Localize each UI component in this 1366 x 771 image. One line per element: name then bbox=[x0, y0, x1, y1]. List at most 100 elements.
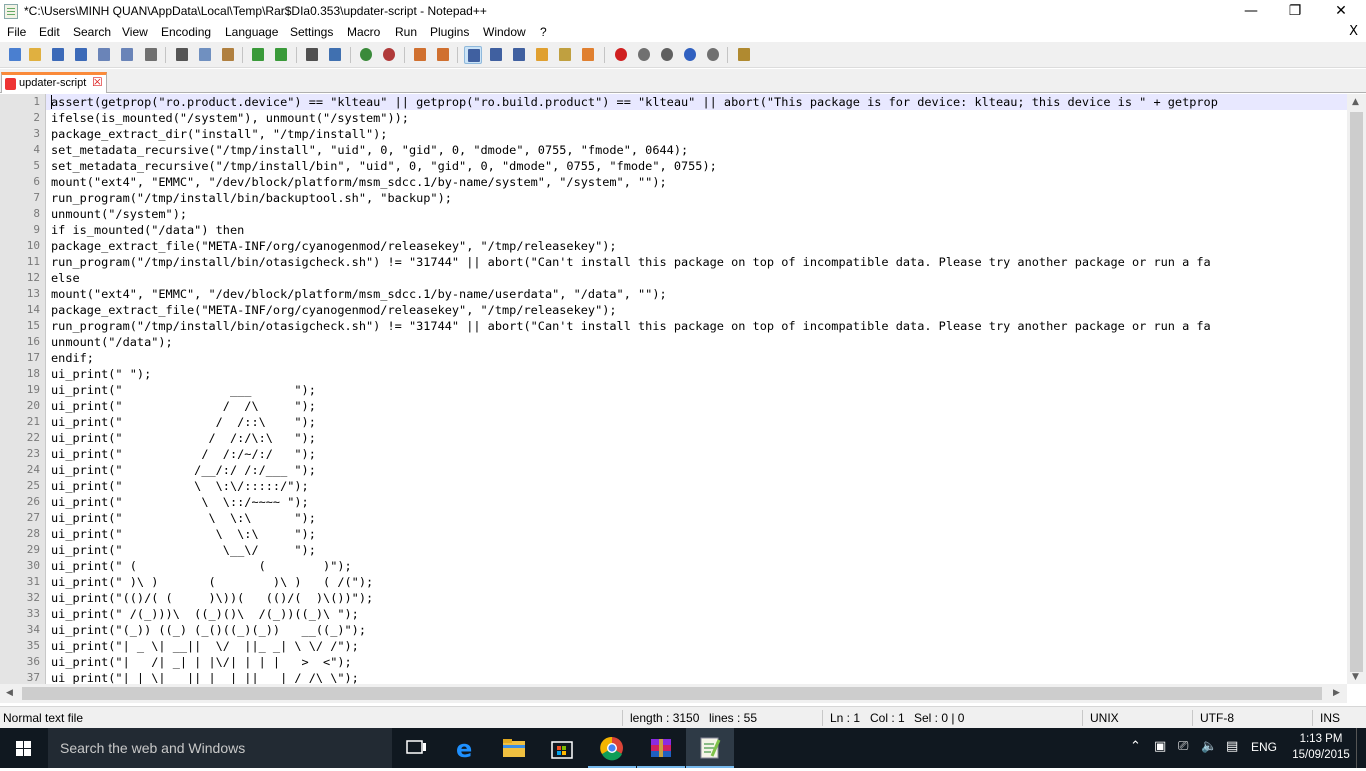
code-line[interactable]: run_program("/tmp/install/bin/otasigchec… bbox=[51, 318, 1211, 334]
code-line[interactable]: ui_print(" / /\ "); bbox=[51, 398, 316, 414]
code-line[interactable]: endif; bbox=[51, 350, 94, 366]
scroll-up-icon[interactable]: ▲ bbox=[1352, 97, 1359, 107]
show-hidden-icons-icon[interactable]: ⌃ bbox=[1130, 739, 1141, 754]
code-line[interactable]: ui_print(" \ \:\ "); bbox=[51, 510, 316, 526]
code-line[interactable]: set_metadata_recursive("/tmp/install", "… bbox=[51, 142, 688, 158]
close-document-button[interactable]: X bbox=[1349, 24, 1358, 39]
code-line[interactable]: ui_print(" \__\/ "); bbox=[51, 542, 316, 558]
open-file-button[interactable] bbox=[26, 46, 44, 64]
code-line[interactable]: ui_print(" /(_)))\ ((_)()\ /(_))((_)\ ")… bbox=[51, 606, 359, 622]
sync-horizontal-button[interactable] bbox=[434, 46, 452, 64]
word-wrap-button[interactable] bbox=[464, 46, 482, 64]
code-line[interactable]: ui_print(" )\ ) ( )\ ) ( /("); bbox=[51, 574, 373, 590]
code-line[interactable]: ui_print(" "); bbox=[51, 366, 151, 382]
start-button[interactable] bbox=[0, 728, 48, 768]
zoom-out-button[interactable] bbox=[380, 46, 398, 64]
code-line[interactable]: ui_print(" ___ "); bbox=[51, 382, 316, 398]
code-line[interactable]: assert(getprop("ro.product.device") == "… bbox=[51, 94, 1218, 110]
code-line[interactable]: set_metadata_recursive("/tmp/install/bin… bbox=[51, 158, 717, 174]
code-line[interactable]: ui_print(" / /:/~/:/ "); bbox=[51, 446, 316, 462]
taskbar-clock[interactable]: 1:13 PM 15/09/2015 bbox=[1290, 731, 1352, 763]
code-line[interactable]: ui_print("(_)) ((_) (_()((_)(_)) __((_)"… bbox=[51, 622, 366, 638]
document-map-button[interactable] bbox=[533, 46, 551, 64]
network-device-icon[interactable]: ▣ bbox=[1154, 739, 1166, 754]
menu-settings[interactable]: Settings bbox=[290, 25, 333, 39]
menu-plugins[interactable]: Plugins bbox=[430, 25, 469, 39]
code-line[interactable]: mount("ext4", "EMMC", "/dev/block/platfo… bbox=[51, 174, 667, 190]
restore-button[interactable]: ❐ bbox=[1272, 0, 1318, 23]
code-line[interactable]: ui_print(" ( ( )"); bbox=[51, 558, 352, 574]
menu-macro[interactable]: Macro bbox=[347, 25, 380, 39]
editor-area[interactable]: 1 2 3 4 5 6 7 8 9 10 11 12 13 14 15 16 17 18 19 20 21 22 23 24 2… bbox=[0, 94, 1366, 684]
code-line[interactable]: ui_print(" / /::\ "); bbox=[51, 414, 316, 430]
chrome-button[interactable] bbox=[588, 728, 636, 768]
title-bar[interactable]: *C:\Users\MINH QUAN\AppData\Local\Temp\R… bbox=[0, 0, 1366, 23]
code-line[interactable]: package_extract_file("META-INF/org/cyano… bbox=[51, 302, 617, 318]
save-macro-button[interactable] bbox=[704, 46, 722, 64]
menu-language[interactable]: Language bbox=[225, 25, 278, 39]
save-button[interactable] bbox=[49, 46, 67, 64]
close-all-button[interactable] bbox=[118, 46, 136, 64]
action-center-icon[interactable]: ▤ bbox=[1226, 739, 1238, 754]
menu-help[interactable]: ? bbox=[540, 25, 547, 39]
taskbar-search-box[interactable]: Search the web and Windows bbox=[48, 728, 392, 768]
close-file-button[interactable] bbox=[95, 46, 113, 64]
code-line[interactable]: ui_print(" \ \::/~~~~ "); bbox=[51, 494, 309, 510]
menu-encoding[interactable]: Encoding bbox=[161, 25, 211, 39]
code-line[interactable]: run_program("/tmp/install/bin/backuptool… bbox=[51, 190, 452, 206]
code-line[interactable]: package_extract_file("META-INF/org/cyano… bbox=[51, 238, 617, 254]
scroll-right-icon[interactable]: ▶ bbox=[1333, 688, 1340, 698]
scroll-down-icon[interactable]: ▼ bbox=[1352, 672, 1359, 682]
menu-window[interactable]: Window bbox=[483, 25, 526, 39]
zoom-in-button[interactable] bbox=[357, 46, 375, 64]
input-language[interactable]: ENG bbox=[1251, 740, 1277, 754]
save-all-button[interactable] bbox=[72, 46, 90, 64]
replace-button[interactable] bbox=[326, 46, 344, 64]
code-line[interactable]: ui_print("| /| _| | |\/| | | | > <"); bbox=[51, 654, 352, 670]
vertical-scroll-thumb[interactable] bbox=[1350, 112, 1363, 672]
edge-button[interactable]: e bbox=[442, 728, 490, 768]
play-macro-button[interactable] bbox=[658, 46, 676, 64]
vertical-scrollbar[interactable]: ▲ ▼ bbox=[1347, 94, 1366, 684]
code-line[interactable]: ui_print("| _ \| __|| \/ ||_ _| \ \/ /")… bbox=[51, 638, 359, 654]
print-button[interactable] bbox=[142, 46, 160, 64]
notepadpp-taskbar-button[interactable] bbox=[686, 728, 734, 768]
indent-guide-button[interactable] bbox=[510, 46, 528, 64]
scroll-left-icon[interactable]: ◀ bbox=[6, 688, 13, 698]
stop-macro-button[interactable] bbox=[635, 46, 653, 64]
menu-view[interactable]: View bbox=[122, 25, 148, 39]
network-icon[interactable]: ⎚ bbox=[1178, 739, 1188, 754]
undo-button[interactable] bbox=[249, 46, 267, 64]
show-desktop-button[interactable] bbox=[1356, 728, 1366, 768]
code-line[interactable]: ui_print(" /__/:/ /:/___ "); bbox=[51, 462, 316, 478]
code-line[interactable]: unmount("/data"); bbox=[51, 334, 173, 350]
tab-close-button[interactable]: ☒ bbox=[92, 75, 103, 89]
code-line[interactable]: ui_print(" \ \:\ "); bbox=[51, 526, 316, 542]
code-line[interactable]: else bbox=[51, 270, 80, 286]
minimize-button[interactable]: — bbox=[1228, 0, 1274, 23]
menu-run[interactable]: Run bbox=[395, 25, 417, 39]
horizontal-scrollbar[interactable]: ◀ ▶ bbox=[0, 684, 1347, 703]
task-view-button[interactable] bbox=[392, 728, 440, 768]
file-explorer-button[interactable] bbox=[490, 728, 538, 768]
redo-button[interactable] bbox=[272, 46, 290, 64]
function-list-button[interactable] bbox=[556, 46, 574, 64]
store-button[interactable] bbox=[538, 728, 586, 768]
code-line[interactable]: ui_print(" / /:/\:\ "); bbox=[51, 430, 316, 446]
menu-edit[interactable]: Edit bbox=[39, 25, 60, 39]
menu-search[interactable]: Search bbox=[73, 25, 111, 39]
close-window-button[interactable]: ✕ bbox=[1318, 0, 1364, 23]
code-line[interactable]: mount("ext4", "EMMC", "/dev/block/platfo… bbox=[51, 286, 667, 302]
cut-button[interactable] bbox=[173, 46, 191, 64]
tab-updater-script[interactable]: updater-script ☒ bbox=[1, 72, 107, 93]
code-line[interactable]: ui_print("(()/( ( )\))( (()/( )\())"); bbox=[51, 590, 373, 606]
sync-vertical-button[interactable] bbox=[411, 46, 429, 64]
code-line[interactable]: ifelse(is_mounted("/system"), unmount("/… bbox=[51, 110, 409, 126]
record-macro-button[interactable] bbox=[612, 46, 630, 64]
menu-file[interactable]: File bbox=[7, 25, 26, 39]
new-file-button[interactable] bbox=[6, 46, 24, 64]
show-all-chars-button[interactable] bbox=[487, 46, 505, 64]
code-line[interactable]: ui_print("|_|_\|___||_| |_||___| /_/\_\"… bbox=[51, 670, 359, 684]
plugin-button[interactable] bbox=[735, 46, 753, 64]
code-line[interactable]: ui_print(" \ \:\/:::::/"); bbox=[51, 478, 309, 494]
